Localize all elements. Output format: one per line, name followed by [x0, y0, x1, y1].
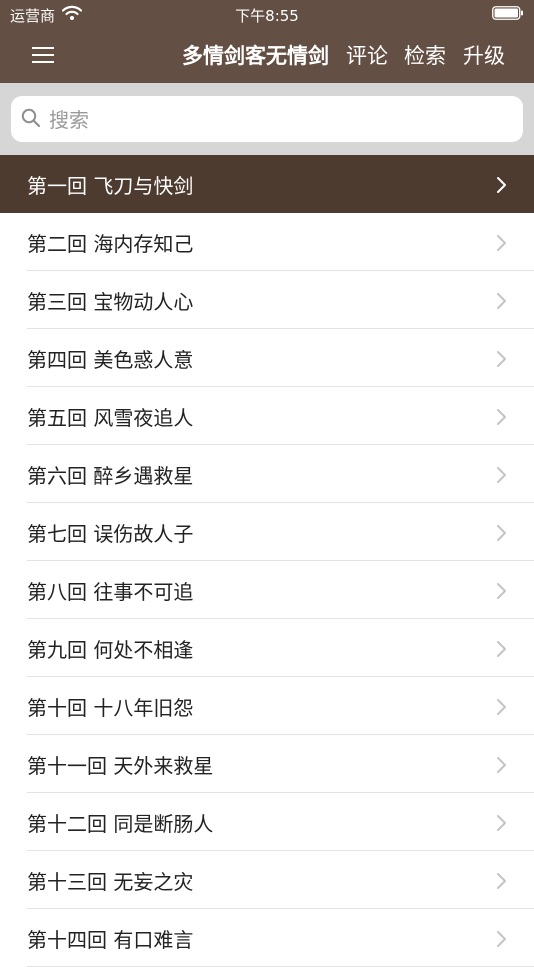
- chevron-right-icon: [497, 757, 506, 773]
- chapter-row[interactable]: 第十回 十八年旧怨: [0, 677, 534, 735]
- chevron-right-icon: [497, 235, 506, 251]
- chapter-title: 第十一回 天外来救星: [27, 754, 214, 778]
- chevron-right-icon: [497, 641, 506, 657]
- search-icon: [21, 108, 41, 128]
- chapter-list: 第一回 飞刀与快剑 第二回 海内存知己 第三回 宝物动人心 第四回 美色惑人意 …: [0, 155, 534, 967]
- chapter-row[interactable]: 第三回 宝物动人心: [0, 271, 534, 329]
- chapter-title: 第十二回 同是断肠人: [27, 812, 214, 836]
- chapter-row[interactable]: 第十三回 无妄之灾: [0, 851, 534, 909]
- status-time: 下午8:55: [235, 7, 299, 25]
- chevron-right-icon: [497, 177, 506, 193]
- chevron-right-icon: [497, 525, 506, 541]
- chapter-row[interactable]: 第九回 何处不相逢: [0, 619, 534, 677]
- chapter-row[interactable]: 第二回 海内存知己: [0, 213, 534, 271]
- hamburger-menu-icon: [32, 47, 54, 63]
- upgrade-button[interactable]: 升级: [463, 40, 505, 70]
- chapter-title: 第十三回 无妄之灾: [27, 870, 194, 894]
- chapter-row[interactable]: 第一回 飞刀与快剑: [0, 155, 534, 213]
- chapter-title: 第二回 海内存知己: [27, 232, 194, 256]
- chapter-title: 第六回 醉乡遇救星: [27, 464, 194, 488]
- search-bar: [0, 83, 534, 155]
- chevron-right-icon: [497, 351, 506, 367]
- battery-icon: [492, 6, 523, 20]
- chapter-title: 第十四回 有口难言: [27, 928, 194, 952]
- chevron-right-icon: [497, 873, 506, 889]
- chevron-right-icon: [497, 699, 506, 715]
- chapter-row[interactable]: 第七回 误伤故人子: [0, 503, 534, 561]
- chapter-title: 第十回 十八年旧怨: [27, 696, 194, 720]
- comment-button[interactable]: 评论: [346, 40, 388, 70]
- chapter-row[interactable]: 第十一回 天外来救星: [0, 735, 534, 793]
- chapter-title: 第八回 往事不可追: [27, 580, 194, 604]
- chapter-title: 第九回 何处不相逢: [27, 638, 194, 662]
- book-title: 多情剑客无情剑: [182, 44, 329, 68]
- chapter-row[interactable]: 第四回 美色惑人意: [0, 329, 534, 387]
- menu-button[interactable]: [22, 38, 64, 72]
- chapter-title: 第七回 误伤故人子: [27, 522, 194, 546]
- chapter-title: 第一回 飞刀与快剑: [27, 174, 194, 198]
- chapter-row[interactable]: 第十二回 同是断肠人: [0, 793, 534, 851]
- chevron-right-icon: [497, 583, 506, 599]
- navigation-bar: 多情剑客无情剑 评论 检索 升级: [0, 28, 534, 83]
- chapter-row[interactable]: 第八回 往事不可追: [0, 561, 534, 619]
- status-bar: 运营商 下午8:55: [0, 0, 534, 28]
- chapter-title: 第五回 风雪夜追人: [27, 406, 194, 430]
- search-input[interactable]: [47, 104, 511, 136]
- search-button[interactable]: 检索: [404, 40, 446, 70]
- chapter-row[interactable]: 第十四回 有口难言: [0, 909, 534, 967]
- chapter-title: 第四回 美色惑人意: [27, 348, 194, 372]
- chevron-right-icon: [497, 409, 506, 425]
- chapter-row[interactable]: 第五回 风雪夜追人: [0, 387, 534, 445]
- chevron-right-icon: [497, 931, 506, 947]
- chevron-right-icon: [497, 467, 506, 483]
- chapter-row[interactable]: 第六回 醉乡遇救星: [0, 445, 534, 503]
- chapter-title: 第三回 宝物动人心: [27, 290, 194, 314]
- chevron-right-icon: [497, 815, 506, 831]
- search-field[interactable]: [11, 96, 523, 142]
- chevron-right-icon: [497, 293, 506, 309]
